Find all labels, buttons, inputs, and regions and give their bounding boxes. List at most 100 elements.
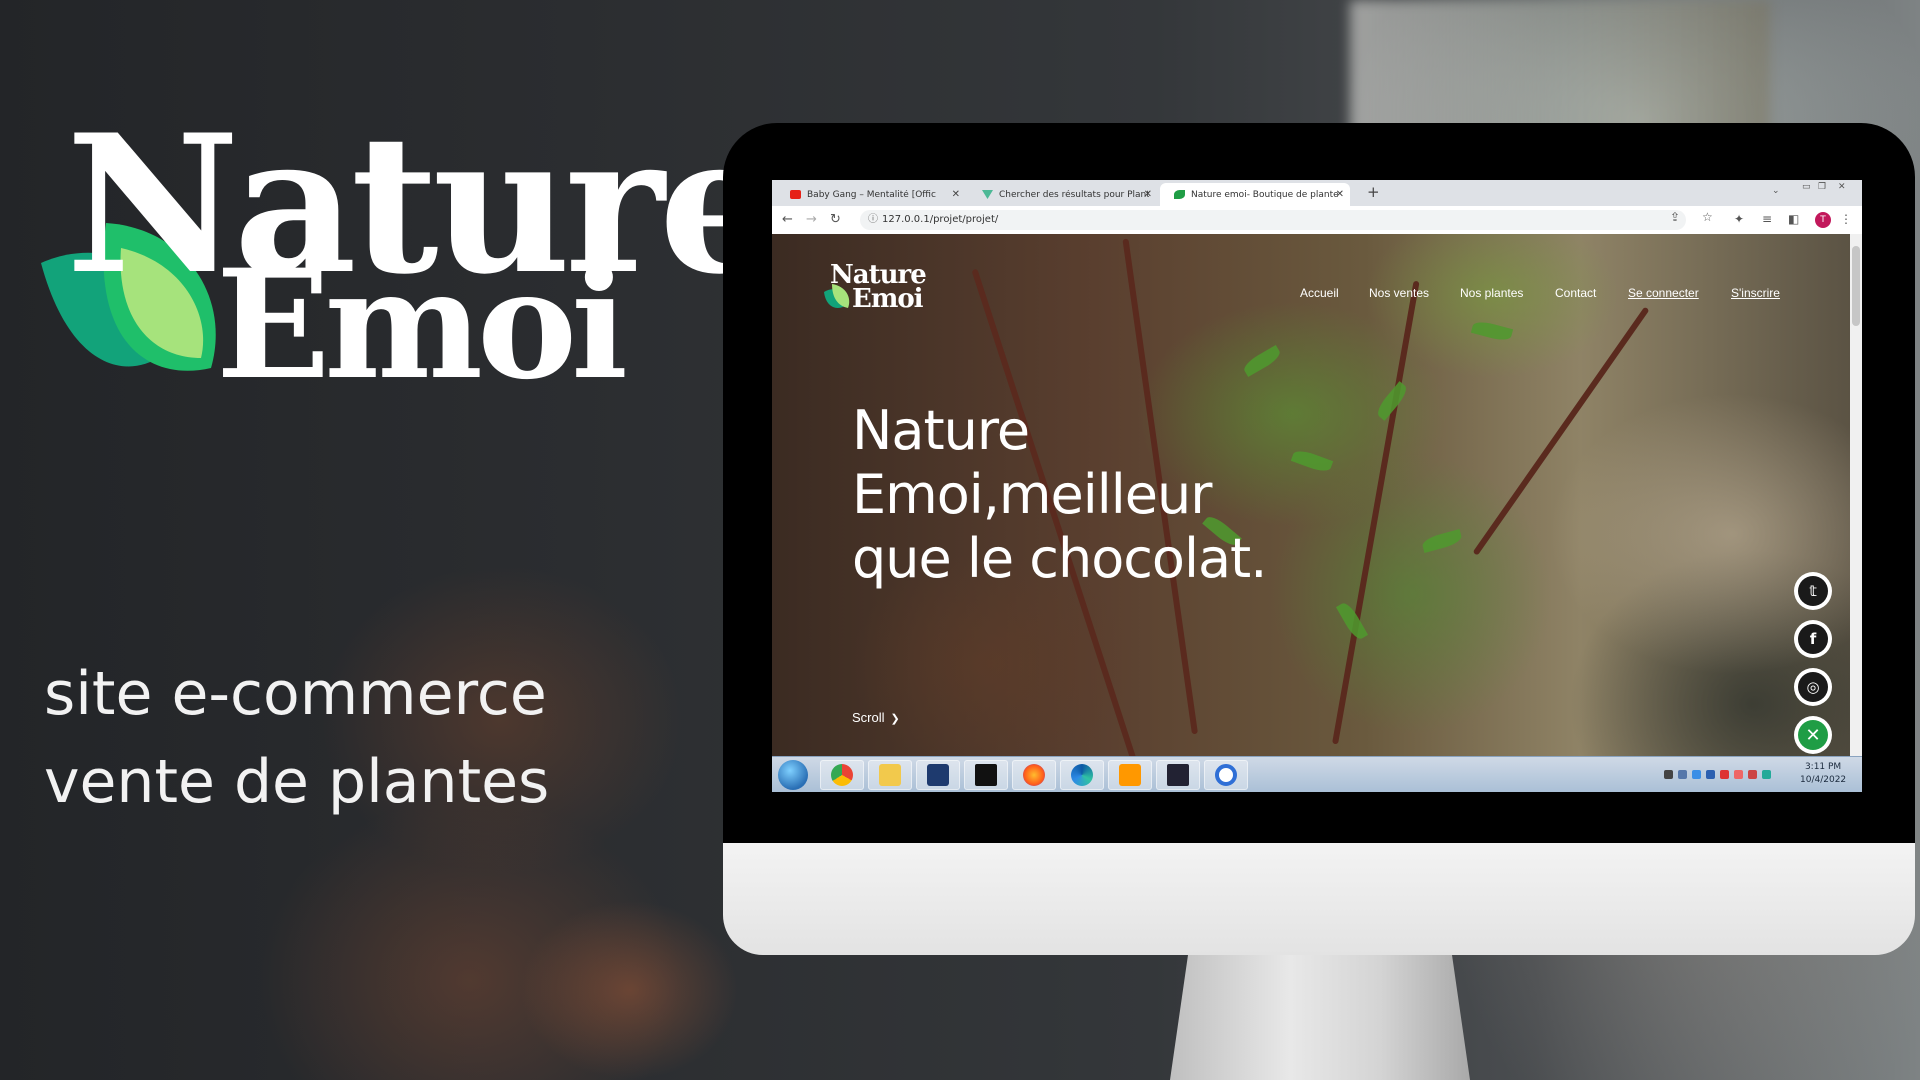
minimize-icon[interactable]: ▭ [1802,182,1811,192]
url-input[interactable]: ⓘ 127.0.0.1/projet/projet/ [860,210,1686,230]
hero-line2: Emoi,meilleur [852,463,1212,526]
close-social-button[interactable]: ✕ [1794,716,1832,754]
tray-app-icon[interactable] [1720,770,1729,779]
twitter-icon: 𝕥 [1798,576,1828,606]
clock-date: 10/4/2022 [1800,775,1847,785]
new-tab-icon[interactable]: + [1367,183,1380,201]
monitor-screen: Baby Gang – Mentalité [Offic ✕ Chercher … [772,180,1862,792]
reload-icon[interactable]: ↻ [830,212,841,227]
tray-app-icon[interactable] [1692,770,1701,779]
system-clock[interactable]: 3:11 PM 10/4/2022 [1800,761,1846,787]
edge-icon[interactable] [1060,760,1104,790]
facebook-button[interactable]: f [1794,620,1832,658]
volume-icon[interactable] [1664,770,1673,779]
terminal-glyph [975,764,997,786]
brand-title-line2: Emoi [216,237,628,413]
firefox-icon[interactable] [1012,760,1056,790]
tab-nature-emoi[interactable]: Nature emoi- Boutique de plante ✕ [1160,183,1350,206]
clock-time: 3:11 PM [1804,762,1842,772]
vuetify-icon [982,190,993,199]
tagline-line2: vente de plantes [44,747,550,817]
nav-sinscrire[interactable]: S'inscrire [1731,286,1780,300]
hero-heading: Nature Emoi,meilleur que le chocolat. [852,399,1372,591]
reading-list-icon[interactable]: ≡ [1762,212,1772,226]
side-panel-icon[interactable]: ◧ [1788,212,1799,226]
tab-search[interactable]: Chercher des résultats pour Plant ✕ [968,183,1158,206]
info-icon[interactable]: ⓘ [868,210,878,230]
nav-nos-plantes[interactable]: Nos plantes [1460,286,1523,300]
tab-title: Nature emoi- Boutique de plante [1191,189,1339,200]
leaf [1241,344,1283,378]
windows-taskbar: 3:11 PM 10/4/2022 [772,756,1862,792]
leaf [1470,319,1514,343]
close-tab-icon[interactable]: ✕ [952,189,960,200]
site-logo[interactable]: Nature Emoi [822,260,942,316]
browser-tab-bar: Baby Gang – Mentalité [Offic ✕ Chercher … [772,180,1862,206]
explorer-icon[interactable] [868,760,912,790]
website-hero: Nature Emoi Accueil Nos ventes Nos plant… [772,234,1850,756]
scroll-button[interactable]: Scroll ❯ [852,710,900,725]
chrome-icon[interactable] [820,760,864,790]
background-plant-pot [520,900,740,1080]
profile-avatar[interactable]: T [1815,212,1831,228]
close-icon: ✕ [1798,720,1828,750]
address-bar: ← → ↻ ⓘ 127.0.0.1/projet/projet/ ⇪ ☆ ✦ ≡… [772,206,1862,235]
tray-app-icon[interactable] [1748,770,1757,779]
scrollbar-thumb[interactable] [1852,246,1860,326]
nav-contact[interactable]: Contact [1555,286,1596,300]
edge-glyph [1071,764,1093,786]
chrome-glyph [831,764,853,786]
mysql-glyph [1167,764,1189,786]
window-close-icon[interactable]: ✕ [1838,182,1846,192]
monitor-stand [1170,955,1470,1080]
cortana-icon[interactable] [1204,760,1248,790]
folder-glyph [879,764,901,786]
leaf [1420,529,1464,553]
tray-app-icon[interactable] [1706,770,1715,779]
restore-icon[interactable]: ❐ [1818,182,1826,192]
instagram-icon: ◎ [1798,672,1828,702]
bookmark-star-icon[interactable]: ☆ [1702,210,1713,224]
dev-glyph [927,764,949,786]
nav-nos-ventes[interactable]: Nos ventes [1369,286,1429,300]
monitor-chin [723,843,1915,955]
tray-app-icon[interactable] [1734,770,1743,779]
menu-kebab-icon[interactable]: ⋮ [1840,212,1852,226]
nav-se-connecter[interactable]: Se connecter [1628,286,1699,300]
close-tab-icon[interactable]: ✕ [1336,189,1344,200]
brand-logo: Nature Emoi [36,110,780,413]
nav-accueil[interactable]: Accueil [1300,286,1339,300]
forward-icon[interactable]: → [806,212,817,227]
instagram-button[interactable]: ◎ [1794,668,1832,706]
tab-search-chevron-icon[interactable]: ⌄ [1772,186,1780,196]
start-button-icon[interactable] [778,760,808,790]
leaf-icon [1174,190,1185,199]
network-icon[interactable] [1678,770,1687,779]
hero-line3: que le chocolat. [852,527,1267,590]
terminal-icon[interactable] [964,760,1008,790]
twitter-button[interactable]: 𝕥 [1794,572,1832,610]
dev-icon[interactable] [916,760,960,790]
close-tab-icon[interactable]: ✕ [1144,189,1152,200]
facebook-icon: f [1798,624,1828,654]
extensions-icon[interactable]: ✦ [1734,212,1744,226]
tab-youtube[interactable]: Baby Gang – Mentalité [Offic ✕ [776,183,966,206]
branch [1472,306,1650,556]
youtube-icon [790,190,801,199]
tab-title: Chercher des résultats pour Plant [999,189,1149,200]
share-icon[interactable]: ⇪ [1670,210,1680,224]
tab-title: Baby Gang – Mentalité [Offic [807,189,936,200]
cortana-glyph [1215,764,1237,786]
site-logo-line2: Emoi [852,284,924,314]
back-icon[interactable]: ← [782,212,793,227]
sublime-glyph [1119,764,1141,786]
tray-app-icon[interactable] [1762,770,1771,779]
chevron-down-icon: ❯ [890,713,900,725]
firefox-glyph [1023,764,1045,786]
hero-line1: Nature [852,399,1030,462]
tagline: site e-commerce vente de plantes [44,650,549,826]
sublime-icon[interactable] [1108,760,1152,790]
tagline-line1: site e-commerce [44,659,547,729]
mysql-icon[interactable] [1156,760,1200,790]
url-text: 127.0.0.1/projet/projet/ [882,214,999,225]
